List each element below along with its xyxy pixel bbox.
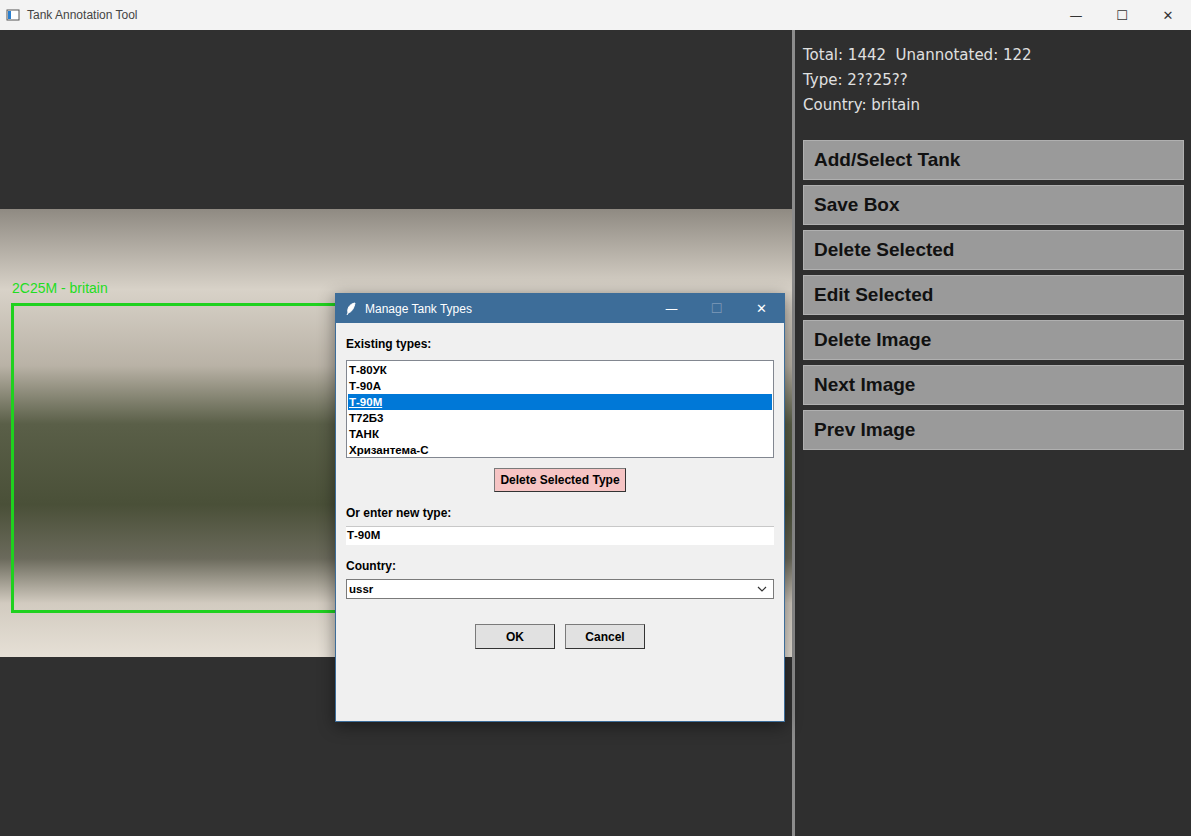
chevron-down-icon [757, 586, 767, 592]
window-control[interactable]: ☐ [1099, 0, 1145, 30]
action-button[interactable]: Save Box [803, 185, 1184, 225]
app-icon [6, 8, 20, 22]
type-item[interactable]: Т-90А [348, 378, 772, 394]
action-button[interactable]: Edit Selected [803, 275, 1184, 315]
annotation-label: 2C25M - britain [12, 280, 108, 296]
panel-divider [792, 30, 795, 836]
app-window: Tank Annotation Tool —☐✕ 2C25M - britain… [0, 0, 1191, 836]
window-controls: —☐✕ [1053, 0, 1191, 30]
info-block: Total: 1442 Unannotated: 122Type: 2??25?… [803, 43, 1184, 118]
info-line: Type: 2??25?? [803, 68, 1184, 93]
dialog-title: Manage Tank Types [365, 302, 472, 316]
type-item[interactable]: Хризантема-С [348, 442, 772, 458]
delete-type-button[interactable]: Delete Selected Type [494, 468, 625, 492]
action-button[interactable]: Next Image [803, 365, 1184, 405]
info-line: Total: 1442 Unannotated: 122 [803, 43, 1184, 68]
dialog-button[interactable]: Cancel [565, 624, 645, 649]
window-control[interactable]: — [1053, 0, 1099, 30]
type-item[interactable]: Т-90М [348, 394, 772, 410]
dialog-controls: —☐✕ [649, 294, 784, 323]
type-item[interactable]: Т-80УК [348, 362, 772, 378]
dialog-body: Existing types: Т-80УКТ-90АТ-90МТ72Б3ТАН… [336, 323, 784, 649]
action-button[interactable]: Add/Select Tank [803, 140, 1184, 180]
action-button[interactable]: Delete Image [803, 320, 1184, 360]
dialog-title-bar: Manage Tank Types —☐✕ [336, 294, 784, 323]
type-item[interactable]: Т72Б3 [348, 410, 772, 426]
existing-types-label: Existing types: [346, 337, 774, 351]
side-panel: Total: 1442 Unannotated: 122Type: 2??25?… [795, 30, 1191, 836]
country-label: Country: [346, 559, 774, 573]
window-title: Tank Annotation Tool [27, 8, 138, 22]
dialog-control[interactable]: ✕ [739, 294, 784, 323]
title-bar: Tank Annotation Tool —☐✕ [0, 0, 1191, 30]
feather-icon [345, 302, 357, 316]
country-select[interactable]: ussr [346, 579, 774, 599]
action-button[interactable]: Prev Image [803, 410, 1184, 450]
dialog-button[interactable]: OK [475, 624, 555, 649]
window-control[interactable]: ✕ [1145, 0, 1191, 30]
type-item[interactable]: ТАНК [348, 426, 772, 442]
dialog-buttons: OK Cancel [346, 624, 774, 649]
info-line: Country: britain [803, 93, 1184, 118]
new-type-input[interactable]: Т-90М [346, 526, 774, 545]
new-type-label: Or enter new type: [346, 506, 774, 520]
dialog-control[interactable]: — [649, 294, 694, 323]
dialog-control[interactable]: ☐ [694, 294, 739, 323]
types-listbox[interactable]: Т-80УКТ-90АТ-90МТ72Б3ТАНКХризантема-С [346, 360, 774, 458]
action-button[interactable]: Delete Selected [803, 230, 1184, 270]
action-buttons: Add/Select Tank Save Box Delete Selected Ed… [803, 140, 1184, 450]
manage-types-dialog: Manage Tank Types —☐✕ Existing types: Т-… [335, 293, 785, 722]
